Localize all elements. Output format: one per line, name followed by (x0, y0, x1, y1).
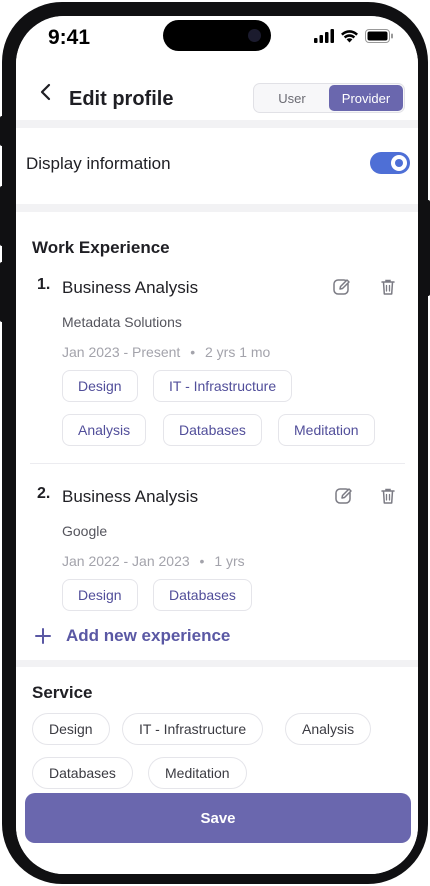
experience-number: 2. (37, 485, 51, 502)
battery-icon (365, 29, 393, 43)
experience-role: Business Analysis (62, 487, 199, 506)
skill-tag[interactable]: Design (62, 370, 138, 402)
experience-dates: Jan 2022 - Jan 2023 • 1 yrs (62, 553, 245, 569)
display-info-card: Display information (16, 128, 418, 204)
segment-user[interactable]: User (255, 85, 329, 111)
add-experience-label: Add new experience (66, 626, 231, 645)
divider (30, 463, 405, 464)
experience-duration: 2 yrs 1 mo (204, 344, 271, 360)
experience-item: 2. Business Analysis Google Jan 2022 - J… (16, 485, 418, 615)
work-experience-title: Work Experience (32, 238, 170, 257)
page-title: Edit profile (69, 88, 174, 110)
experience-item: 1. Business Analysis Metadata Solutions … (16, 276, 418, 456)
experience-dates: Jan 2023 - Present • 2 yrs 1 mo (62, 344, 271, 360)
edit-icon[interactable] (334, 486, 354, 506)
trash-icon[interactable] (378, 277, 398, 297)
role-segmented-control: User Provider (253, 83, 405, 113)
service-pill[interactable]: Databases (32, 757, 133, 789)
service-pill[interactable]: Analysis (285, 713, 372, 745)
skill-tag[interactable]: Analysis (62, 414, 147, 446)
experience-role: Business Analysis (62, 278, 199, 297)
service-pill[interactable]: IT - Infrastructure (122, 713, 264, 745)
signal-icon (314, 29, 334, 43)
status-icons (314, 28, 394, 44)
segment-provider[interactable]: Provider (329, 85, 403, 111)
experience-date-range: Jan 2022 - Jan 2023 (62, 553, 190, 569)
skill-tag[interactable]: Databases (163, 414, 262, 446)
skill-tag[interactable]: Meditation (278, 414, 375, 446)
save-button[interactable]: Save (25, 793, 411, 843)
experience-number: 1. (37, 276, 51, 293)
add-experience-button[interactable]: Add new experience (34, 624, 230, 648)
wifi-icon (341, 30, 358, 43)
plus-icon (35, 628, 51, 644)
experience-company: Metadata Solutions (62, 314, 182, 330)
skill-tag[interactable]: Design (62, 579, 138, 611)
display-info-toggle[interactable] (370, 152, 410, 174)
work-experience-card: Work Experience 1. Business Analysis Met… (16, 212, 418, 660)
status-bar: 9:41 (16, 16, 418, 68)
edit-icon[interactable] (332, 277, 352, 297)
display-info-label: Display information (26, 154, 171, 173)
screen: 9:41 Edit profile User Provider Display … (16, 16, 418, 874)
status-time: 9:41 (48, 26, 91, 49)
camera-icon (248, 29, 261, 42)
phone-frame: 9:41 Edit profile User Provider Display … (2, 2, 428, 884)
skill-tag[interactable]: IT - Infrastructure (153, 370, 293, 402)
service-title: Service (32, 683, 93, 702)
toggle-knob (391, 155, 407, 171)
service-pill[interactable]: Design (32, 713, 110, 745)
app-header: Edit profile User Provider (16, 68, 418, 120)
experience-date-range: Jan 2023 - Present (62, 344, 181, 360)
back-arrow-icon[interactable] (34, 80, 58, 104)
experience-company: Google (62, 523, 108, 539)
trash-icon[interactable] (378, 486, 398, 506)
skill-tag[interactable]: Databases (153, 579, 252, 611)
experience-duration: 1 yrs (214, 553, 245, 569)
dynamic-island (163, 20, 271, 51)
service-pill[interactable]: Meditation (148, 757, 247, 789)
